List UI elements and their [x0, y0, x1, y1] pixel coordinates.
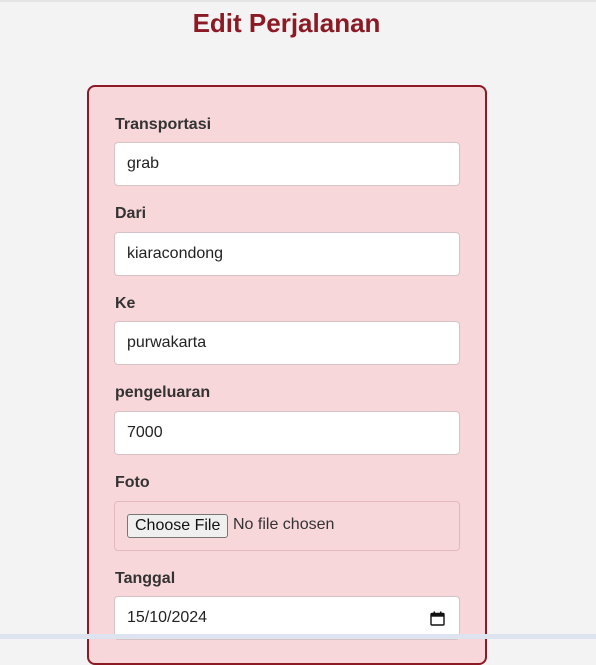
dari-label: Dari	[115, 205, 147, 222]
edit-trip-form: Transportasi Dari Ke pengeluaran Foto Ch…	[87, 85, 487, 665]
bottom-strip	[0, 634, 596, 639]
pengeluaran-input[interactable]	[114, 411, 460, 455]
tanggal-label: Tanggal	[115, 570, 176, 587]
transportasi-label: Transportasi	[115, 116, 212, 133]
foto-file-input: Choose File No file chosen	[114, 501, 460, 551]
top-divider	[0, 0, 596, 2]
ke-input[interactable]	[114, 321, 460, 365]
tanggal-value: 15/10/2024	[127, 609, 208, 626]
choose-file-button[interactable]: Choose File	[127, 514, 229, 538]
transportasi-input[interactable]	[114, 142, 460, 186]
file-status-text: No file chosen	[233, 516, 335, 533]
pengeluaran-label: pengeluaran	[115, 384, 211, 401]
calendar-icon[interactable]	[430, 611, 445, 626]
page-title: Edit Perjalanan	[192, 8, 381, 38]
foto-label: Foto	[115, 474, 150, 491]
dari-input[interactable]	[114, 232, 460, 276]
ke-label: Ke	[115, 295, 136, 312]
